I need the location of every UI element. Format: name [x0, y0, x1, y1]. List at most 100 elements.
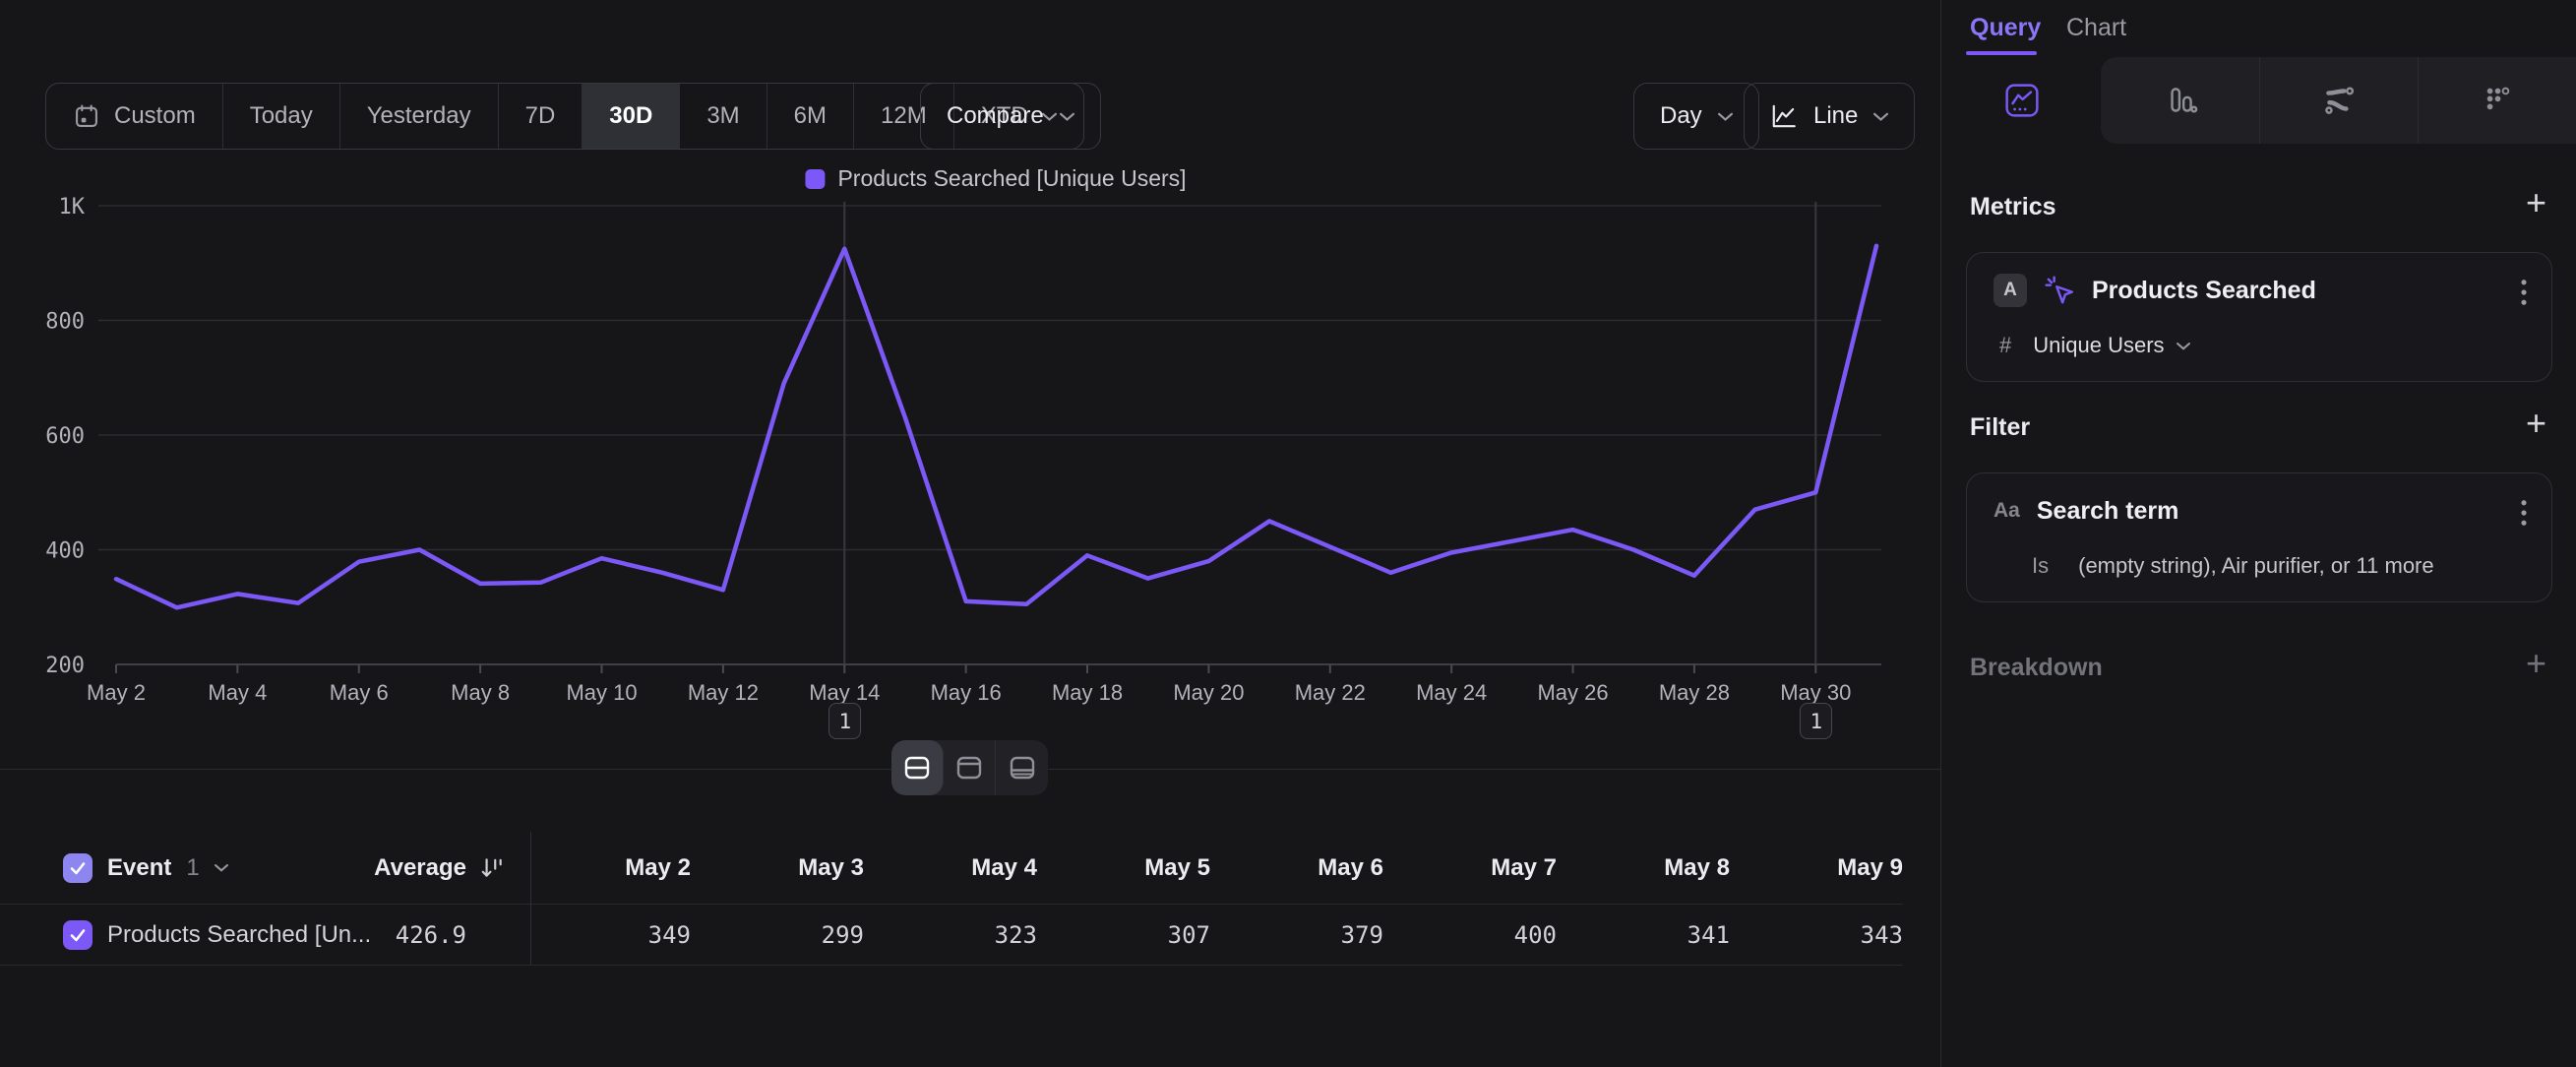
kebab-menu-icon[interactable] [2520, 279, 2528, 306]
layout-toggle-group [891, 740, 1048, 795]
date-range-6m[interactable]: 6M [767, 84, 854, 149]
table-row[interactable]: Products Searched [Un... 426.9 349 299 3… [0, 905, 1903, 966]
column-header: May 4 [864, 832, 1037, 904]
calendar-icon [73, 102, 100, 130]
insights-report-page: Custom Today Yesterday 7D 30D 3M 6M 12M … [0, 0, 2576, 1067]
date-range-7d[interactable]: 7D [499, 84, 583, 149]
kebab-menu-icon[interactable] [2520, 499, 2528, 527]
date-range-yesterday[interactable]: Yesterday [340, 84, 499, 149]
check-icon [68, 925, 88, 945]
cell-value: 379 [1210, 905, 1383, 965]
breakdown-section-title: Breakdown [1970, 654, 2103, 682]
filter-card[interactable]: Aa Search term Is (empty string), Air pu… [1966, 472, 2552, 602]
row-checkbox[interactable] [63, 920, 92, 950]
layout-table-only-button[interactable] [996, 740, 1048, 795]
cell-value: 299 [691, 905, 864, 965]
table-header-row: Event 1 Average May 2 May 3 May 4 May 5 [0, 832, 1903, 905]
select-all-checkbox[interactable] [63, 853, 92, 883]
date-range-custom[interactable]: Custom [46, 84, 223, 149]
svg-text:May 30: May 30 [1780, 680, 1851, 705]
split-view-icon [902, 753, 932, 783]
layout-split-view-button[interactable] [891, 740, 944, 795]
tab-query[interactable]: Query [1970, 14, 2041, 42]
average-column-header[interactable]: Average [295, 854, 466, 882]
cell-value: 323 [864, 905, 1037, 965]
column-header: May 3 [691, 832, 864, 904]
column-header: May 5 [1037, 832, 1210, 904]
cell-value: 341 [1557, 905, 1730, 965]
add-breakdown-button[interactable]: + [2526, 646, 2546, 681]
average-value: 426.9 [295, 921, 466, 949]
chevron-down-icon[interactable] [215, 863, 228, 872]
add-metric-button[interactable]: + [2526, 185, 2546, 220]
cell-value: 400 [1383, 905, 1557, 965]
funnels-tab[interactable] [2101, 57, 2259, 144]
date-range-today[interactable]: Today [223, 84, 340, 149]
flows-tab[interactable] [2259, 57, 2418, 144]
results-table: Event 1 Average May 2 May 3 May 4 May 5 [0, 832, 1941, 966]
metric-name[interactable]: Products Searched [2092, 277, 2316, 305]
chevron-down-icon [1873, 112, 1888, 121]
svg-text:200: 200 [45, 654, 85, 678]
table-only-icon [1008, 753, 1037, 783]
annotation-badge[interactable]: 1 [1800, 703, 1832, 739]
compare-button[interactable]: Compare [920, 83, 1101, 150]
query-panel: Query Chart [1942, 0, 2576, 1067]
annotation-badge[interactable]: 1 [828, 703, 861, 739]
line-chart-icon [1770, 102, 1798, 130]
svg-text:May 26: May 26 [1537, 680, 1608, 705]
chart-legend[interactable]: Products Searched [Unique Users] [805, 165, 1186, 192]
cell-value: 307 [1037, 905, 1210, 965]
column-header: May 8 [1557, 832, 1730, 904]
column-header: May 7 [1383, 832, 1557, 904]
svg-text:400: 400 [45, 539, 85, 564]
legend-swatch [805, 169, 825, 189]
svg-text:May 12: May 12 [688, 680, 759, 705]
add-filter-button[interactable]: + [2526, 406, 2546, 441]
measure-dropdown[interactable]: Unique Users [2033, 333, 2189, 358]
svg-text:May 14: May 14 [809, 680, 880, 705]
filter-section-title: Filter [1970, 413, 2030, 442]
measure-prefix: # [1999, 333, 2011, 358]
svg-text:1K: 1K [59, 195, 86, 220]
svg-text:May 20: May 20 [1173, 680, 1244, 705]
sort-icon[interactable] [479, 855, 505, 881]
flows-icon [2321, 83, 2357, 118]
svg-text:May 10: May 10 [566, 680, 637, 705]
retention-tab[interactable] [2418, 57, 2576, 144]
chevron-down-icon [2177, 342, 2190, 350]
event-cursor-icon [2044, 275, 2075, 306]
active-tab-underline [1966, 51, 2037, 55]
cell-value: 349 [518, 905, 691, 965]
legend-label: Products Searched [Unique Users] [837, 165, 1186, 192]
column-header: May 9 [1730, 832, 1903, 904]
date-range-3m[interactable]: 3M [680, 84, 767, 149]
main-content: Custom Today Yesterday 7D 30D 3M 6M 12M … [0, 0, 1941, 1067]
date-range-label: Custom [114, 102, 196, 130]
chart-type-dropdown[interactable]: Line [1744, 83, 1915, 150]
filter-values[interactable]: (empty string), Air purifier, or 11 more [2078, 553, 2434, 579]
insights-line-icon [2004, 83, 2040, 118]
chevron-down-icon [1718, 112, 1733, 121]
report-type-tabs [1942, 57, 2576, 144]
check-icon [68, 858, 88, 878]
cell-value: 343 [1730, 905, 1903, 965]
svg-text:May 18: May 18 [1052, 680, 1123, 705]
granularity-dropdown[interactable]: Day [1633, 83, 1759, 150]
svg-text:May 24: May 24 [1416, 680, 1487, 705]
inactive-report-tabs [2101, 57, 2576, 144]
svg-text:800: 800 [45, 310, 85, 335]
filter-property-name[interactable]: Search term [2037, 497, 2179, 526]
svg-text:May 6: May 6 [330, 680, 389, 705]
tab-chart[interactable]: Chart [2066, 14, 2126, 42]
event-column-header: Event [107, 854, 171, 882]
insights-tab[interactable] [1942, 57, 2101, 144]
metric-card[interactable]: A Products Searched # Unique Users [1966, 252, 2552, 382]
svg-text:May 28: May 28 [1659, 680, 1730, 705]
event-count: 1 [186, 854, 199, 882]
filter-operator[interactable]: Is [2032, 553, 2049, 579]
layout-chart-only-button[interactable] [944, 740, 996, 795]
date-range-30d[interactable]: 30D [583, 84, 680, 149]
date-column-headers: May 2 May 3 May 4 May 5 May 6 May 7 May … [518, 832, 1903, 904]
svg-text:May 8: May 8 [451, 680, 510, 705]
